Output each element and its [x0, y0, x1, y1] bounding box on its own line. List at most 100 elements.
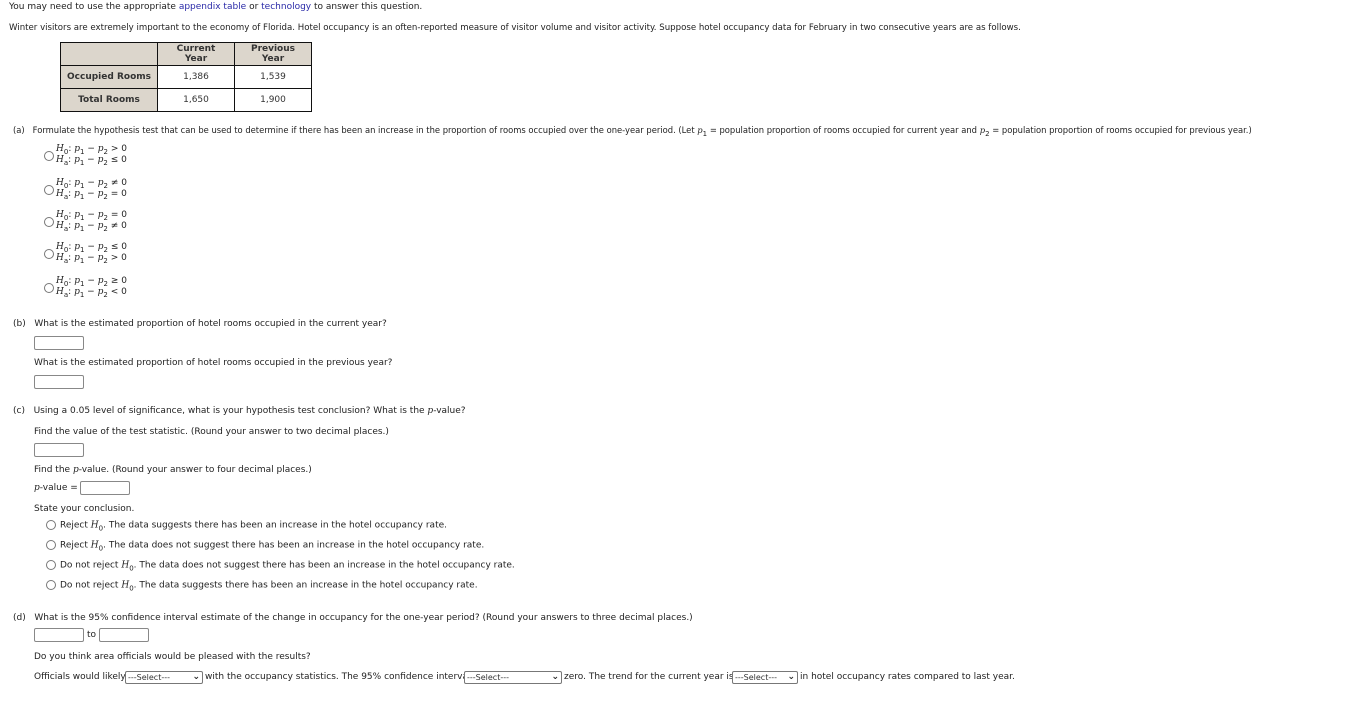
part-b-text1: What is the estimated proportion of hote… — [34, 319, 387, 329]
zero: 0 — [121, 178, 128, 188]
chevron-down-icon: ⌄ — [192, 672, 200, 682]
subscript: 1 — [702, 130, 708, 138]
radio-button[interactable] — [44, 249, 54, 259]
zero: 0 — [121, 287, 127, 297]
subscript: a — [63, 291, 69, 299]
zero: 0 — [121, 242, 128, 252]
select-value: ---Select--- — [128, 673, 170, 682]
part-b-label: (b) — [13, 319, 26, 329]
pvalue-prompt-pre: Find the — [34, 465, 73, 475]
technology-link[interactable]: technology — [261, 2, 311, 12]
radio-button[interactable] — [46, 540, 56, 550]
zero: 0 — [121, 155, 127, 165]
minus-sign: − — [87, 287, 95, 297]
h-symbol: H — [56, 189, 64, 199]
conclusion-option[interactable]: Do not reject H0. The data suggests ther… — [46, 580, 478, 592]
ha-line: Ha: p1 − p2 < 0 — [56, 287, 127, 299]
radio-button[interactable] — [46, 560, 56, 570]
intro-suffix: to answer this question. — [311, 2, 423, 12]
ha-line: Ha: p1 − p2 ≠ 0 — [56, 221, 127, 233]
table-row: Occupied Rooms 1,386 1,539 — [60, 65, 312, 89]
subscript: a — [63, 225, 69, 233]
h0-line: H0: p1 − p2 > 0 — [56, 144, 128, 156]
occupancy-table: Current Year Previous Year Occupied Room… — [60, 42, 312, 112]
minus-sign: − — [87, 253, 95, 263]
subscript: 2 — [103, 159, 108, 167]
radio-button[interactable] — [44, 185, 54, 195]
p1-definition: = population proportion of rooms occupie… — [709, 125, 978, 135]
ha-line: Ha: p1 − p2 ≤ 0 — [56, 155, 127, 167]
minus-sign: − — [87, 221, 95, 231]
part-d-question: (d) What is the 95% confidence interval … — [13, 613, 693, 623]
officials-sentence-4: in hotel occupancy rates compared to las… — [800, 672, 1015, 682]
conclusion-text: . The data suggests there has been an in… — [133, 580, 478, 591]
h-symbol: H — [56, 178, 64, 188]
test-statistic-prompt: Find the value of the test statistic. (R… — [34, 427, 389, 437]
pvalue-prompt: Find the p-value. (Round your answer to … — [34, 465, 312, 475]
officials-pleased-select[interactable]: ---Select--- ⌄ — [125, 671, 203, 684]
table-cell: 1,386 — [157, 65, 235, 89]
column-header: Current Year — [157, 42, 235, 66]
h-symbol: H — [56, 144, 64, 154]
operator: ≥ — [110, 276, 119, 286]
zero: 0 — [121, 276, 128, 286]
pvalue-input[interactable] — [80, 481, 130, 495]
radio-button[interactable] — [44, 151, 54, 161]
minus-sign: − — [87, 144, 95, 154]
h-symbol: H — [121, 580, 130, 591]
h0-line: H0: p1 − p2 ≥ 0 — [56, 276, 128, 288]
h-symbol: H — [56, 287, 64, 297]
hypothesis-text: H0: p1 − p2 ≠ 0 Ha: p1 − p2 = 0 — [56, 178, 128, 201]
row-header: Occupied Rooms — [60, 65, 158, 89]
previous-proportion-input[interactable] — [34, 375, 84, 389]
subscript: 2 — [103, 193, 108, 201]
subscript: a — [63, 257, 69, 265]
h-symbol: H — [121, 560, 130, 571]
part-c-label: (c) — [13, 406, 25, 416]
operator: > — [110, 253, 119, 263]
conclusion-action: Do not reject — [60, 560, 119, 571]
minus-sign: − — [87, 210, 95, 220]
h0-line: H0: p1 − p2 ≤ 0 — [56, 242, 128, 254]
part-a-label: (a) — [13, 125, 25, 135]
ha-line: Ha: p1 − p2 > 0 — [56, 253, 127, 265]
radio-button[interactable] — [46, 520, 56, 530]
ci-lower-input[interactable] — [34, 628, 84, 642]
conclusion-text: . The data does not suggest there has be… — [103, 540, 485, 551]
conclusion-option[interactable]: Reject H0. The data suggests there has b… — [46, 520, 447, 532]
ha-line: Ha: p1 − p2 = 0 — [56, 189, 127, 201]
h-symbol: H — [56, 155, 64, 165]
ci-upper-input[interactable] — [99, 628, 149, 642]
minus-sign: − — [87, 155, 95, 165]
radio-button[interactable] — [44, 217, 54, 227]
current-proportion-input[interactable] — [34, 336, 84, 350]
intro-middle: or — [246, 2, 262, 12]
pleased-question: Do you think area officials would be ple… — [34, 652, 311, 662]
conclusion-action: Reject — [60, 520, 88, 531]
table-cell: 1,900 — [234, 88, 312, 112]
h-symbol: H — [56, 210, 64, 220]
part-a-question: (a) Formulate the hypothesis test that c… — [13, 125, 1252, 138]
ci-relation-select[interactable]: ---Select--- ⌄ — [464, 671, 562, 684]
table-row: Total Rooms 1,650 1,900 — [60, 88, 312, 112]
operator: ≤ — [110, 155, 119, 165]
trend-select[interactable]: ---Select--- ⌄ — [732, 671, 798, 684]
h-symbol: H — [56, 242, 64, 252]
test-statistic-input[interactable] — [34, 443, 84, 457]
subscript: 2 — [985, 130, 990, 138]
operator: < — [110, 287, 119, 297]
subscript: a — [63, 193, 69, 201]
conclusion-option[interactable]: Do not reject H0. The data does not sugg… — [46, 560, 515, 572]
pvalue-label-text: -value = — [39, 483, 78, 493]
radio-button[interactable] — [46, 580, 56, 590]
conclusion-option[interactable]: Reject H0. The data does not suggest the… — [46, 540, 485, 552]
radio-button[interactable] — [44, 283, 54, 293]
part-b-question1: (b) What is the estimated proportion of … — [13, 319, 387, 329]
appendix-table-link[interactable]: appendix table — [179, 2, 246, 12]
zero: 0 — [121, 210, 128, 220]
minus-sign: − — [87, 189, 95, 199]
h0-line: H0: p1 − p2 ≠ 0 — [56, 178, 128, 190]
subscript: 1 — [79, 159, 85, 167]
h-symbol: H — [56, 276, 64, 286]
subscript: 1 — [79, 193, 85, 201]
